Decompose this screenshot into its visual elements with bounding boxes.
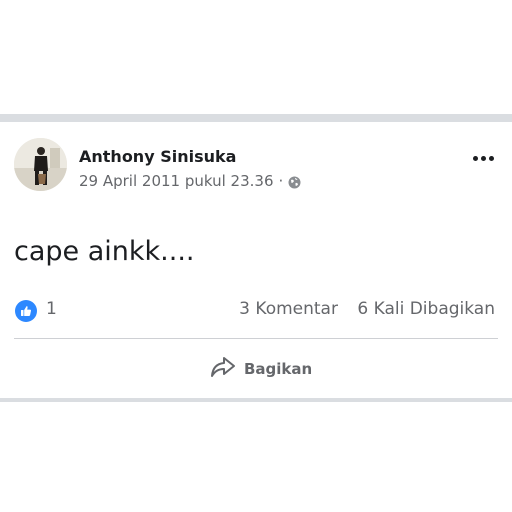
page: Anthony Sinisuka 29 April 2011 pukul 23.… — [0, 0, 512, 512]
more-dot — [489, 156, 494, 161]
reaction-count[interactable]: 1 — [46, 299, 57, 319]
more-dot — [473, 156, 478, 161]
share-count[interactable]: 6 Kali Dibagikan — [357, 299, 495, 319]
post-card: Anthony Sinisuka 29 April 2011 pukul 23.… — [0, 122, 512, 398]
action-divider — [14, 338, 498, 339]
avatar[interactable] — [14, 138, 67, 191]
meta-separator: · — [278, 172, 284, 190]
share-button[interactable]: Bagikan — [210, 356, 312, 382]
post-timestamp[interactable]: 29 April 2011 pukul 23.36 — [79, 172, 274, 190]
share-button-label: Bagikan — [244, 360, 313, 378]
post-text: cape ainkk.... — [14, 236, 195, 267]
avatar-image — [14, 138, 67, 191]
like-icon[interactable] — [15, 300, 37, 322]
more-dot — [481, 156, 486, 161]
engagement-counts: 3 Komentar 6 Kali Dibagikan — [239, 299, 495, 319]
comment-count[interactable]: 3 Komentar — [239, 299, 338, 319]
share-arrow-icon — [210, 356, 236, 382]
more-options-icon[interactable] — [473, 156, 494, 161]
globe-icon — [288, 175, 301, 189]
feed-divider-top — [0, 114, 512, 122]
author-name[interactable]: Anthony Sinisuka — [79, 147, 236, 166]
feed-divider-bottom — [0, 398, 512, 402]
post-meta: 29 April 2011 pukul 23.36 · — [79, 172, 301, 190]
